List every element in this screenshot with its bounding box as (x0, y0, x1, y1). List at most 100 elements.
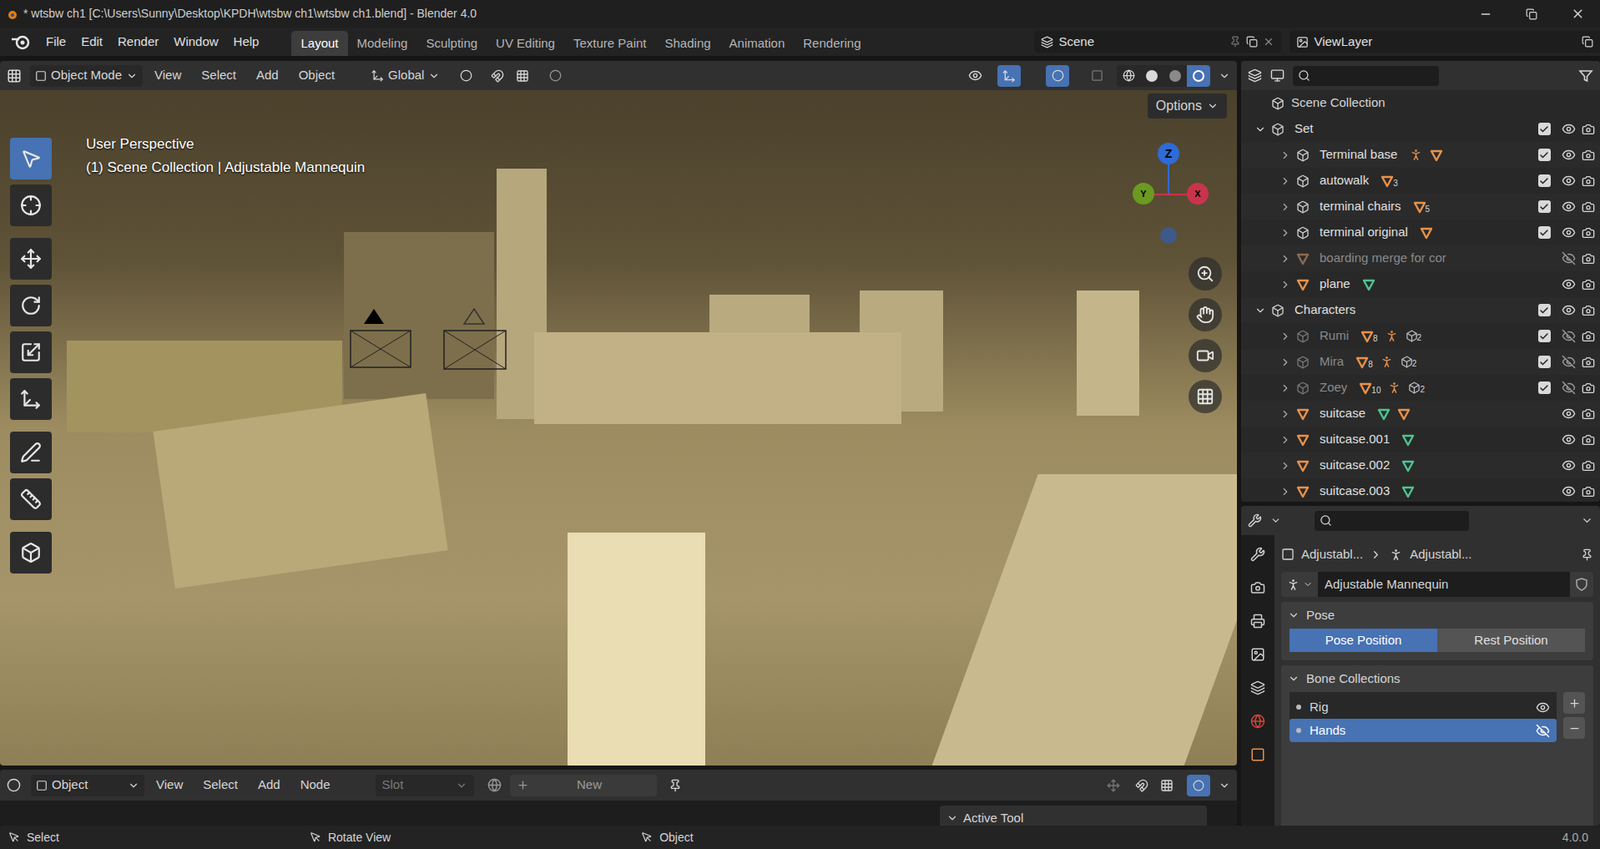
exclude-checkbox[interactable] (1538, 355, 1551, 369)
eye-icon[interactable] (1561, 147, 1576, 162)
axis-ball[interactable]: Y (1132, 182, 1155, 205)
workspace-tab[interactable]: Sculpting (416, 30, 487, 56)
snap-grid-icon[interactable] (1160, 778, 1174, 793)
outliner-row[interactable]: suitcase.002 (1241, 452, 1600, 479)
eye-icon[interactable] (1561, 277, 1576, 292)
eye-icon[interactable] (1561, 484, 1576, 499)
chevron-down-icon[interactable] (1580, 514, 1594, 527)
snap-target-icon[interactable] (515, 69, 530, 83)
outliner-row[interactable]: terminal chairs5 (1241, 193, 1600, 220)
tool-button[interactable] (10, 237, 52, 280)
outliner-label[interactable]: suitcase.001 (1319, 429, 1390, 450)
editor-type-icon[interactable] (1247, 68, 1262, 83)
outliner-label[interactable]: Zoey (1319, 378, 1348, 398)
slot-dropdown[interactable]: Slot (375, 774, 475, 797)
menu-item[interactable]: File (38, 32, 74, 52)
outliner-row[interactable]: autowalk3 (1241, 167, 1600, 194)
exclude-checkbox[interactable] (1538, 148, 1551, 162)
collapsed-icon[interactable] (1279, 227, 1292, 239)
pose-option[interactable]: Rest Position (1437, 628, 1585, 652)
properties-tab[interactable] (1245, 643, 1271, 666)
nav-button[interactable] (1188, 379, 1222, 414)
tool-button[interactable] (10, 284, 52, 327)
tool-button[interactable] (10, 531, 52, 574)
outliner-badge[interactable] (1387, 380, 1402, 395)
outliner-badge[interactable]: 8 (1360, 329, 1378, 344)
outliner-badge[interactable]: 3 (1380, 174, 1399, 188)
eye-closed-icon[interactable] (1561, 354, 1576, 369)
render-visibility-icon[interactable] (1581, 459, 1595, 473)
outliner-row[interactable]: suitcase.003 (1241, 478, 1600, 502)
collapsed-icon[interactable] (1279, 278, 1292, 291)
workspace-tab[interactable]: Texture Paint (564, 30, 657, 56)
outliner-row[interactable]: Scene Collection (1241, 90, 1600, 117)
overlay-toggle[interactable] (1045, 65, 1070, 87)
chevron-down-icon[interactable] (1218, 779, 1231, 792)
gizmo-toggle[interactable] (997, 65, 1021, 87)
outliner-row[interactable]: Mira82 (1241, 348, 1600, 375)
outliner-row[interactable]: plane (1241, 271, 1600, 298)
outliner-badge[interactable] (1429, 148, 1444, 162)
collapsed-icon[interactable] (1279, 175, 1292, 187)
data-name-field[interactable]: Adjustable Mannequin (1281, 571, 1594, 597)
viewport-canvas[interactable]: User Perspective(1) Scene Collection | A… (0, 90, 1237, 766)
outliner-label[interactable]: Rumi (1319, 326, 1349, 346)
chevron-down-icon[interactable] (1218, 70, 1231, 82)
tool-button[interactable] (10, 137, 52, 180)
viewport-menu-item[interactable]: Select (192, 65, 245, 86)
render-visibility-icon[interactable] (1581, 355, 1595, 369)
render-visibility-icon[interactable] (1581, 174, 1595, 188)
parent-icon[interactable] (1106, 778, 1121, 793)
eye-icon[interactable] (1561, 121, 1576, 137)
outliner-row[interactable]: boarding merge for cor (1241, 245, 1600, 272)
outliner-label[interactable]: Characters (1294, 300, 1356, 320)
collapsed-icon[interactable] (1279, 434, 1292, 446)
workspace-tab[interactable]: Rendering (793, 30, 870, 56)
outliner-badge[interactable] (1384, 328, 1399, 344)
render-visibility-icon[interactable] (1581, 329, 1595, 344)
outliner-badge[interactable]: 8 (1355, 355, 1373, 369)
render-visibility-icon[interactable] (1581, 277, 1595, 292)
exclude-checkbox[interactable] (1538, 174, 1551, 187)
options-button[interactable]: Options (1147, 93, 1227, 119)
minimize-icon[interactable] (1478, 7, 1493, 21)
collapsed-icon[interactable] (1279, 149, 1292, 162)
outliner-badge[interactable] (1362, 277, 1376, 292)
visibility-icon[interactable] (968, 68, 983, 83)
outliner-search[interactable] (1292, 65, 1439, 86)
display-mode-icon[interactable] (1270, 68, 1285, 83)
shader-menu-item[interactable]: Select (194, 775, 247, 795)
add-bone-collection[interactable] (1563, 691, 1585, 714)
exclude-checkbox[interactable] (1538, 200, 1551, 213)
render-visibility-icon[interactable] (1581, 226, 1595, 240)
render-visibility-icon[interactable] (1581, 200, 1595, 214)
viewport-menu-item[interactable]: Add (247, 65, 288, 86)
active-tool-panel[interactable]: Active Tool (939, 805, 1207, 826)
pivot-icon[interactable] (459, 69, 473, 82)
snap-icon[interactable] (1135, 778, 1149, 793)
exclude-checkbox[interactable] (1538, 381, 1551, 394)
render-visibility-icon[interactable] (1581, 122, 1595, 137)
xray-icon[interactable] (1090, 69, 1104, 82)
properties-tab[interactable] (1245, 743, 1271, 766)
menu-item[interactable]: Render (110, 32, 167, 52)
remove-bone-collection[interactable] (1563, 716, 1585, 739)
collapsed-icon[interactable] (1279, 459, 1292, 472)
outliner-badge[interactable] (1401, 459, 1415, 473)
fake-user-icon[interactable] (1575, 577, 1588, 591)
shader-menu-item[interactable]: Add (249, 775, 289, 795)
outliner-row[interactable]: Characters (1241, 297, 1600, 324)
collapsed-icon[interactable] (1279, 382, 1292, 394)
menu-item[interactable]: Edit (73, 32, 111, 52)
tool-button[interactable] (10, 184, 52, 227)
exclude-checkbox[interactable] (1538, 226, 1551, 239)
navigation-gizmo[interactable]: ZYX (1118, 135, 1219, 248)
pin-icon[interactable] (1229, 35, 1242, 48)
wireframe-shading[interactable] (1116, 65, 1141, 87)
eye-icon[interactable] (1561, 302, 1576, 318)
bone-collection-item[interactable]: Rig (1289, 695, 1557, 719)
eye-closed-icon[interactable] (1561, 328, 1576, 344)
outliner-label[interactable]: Terminal base (1319, 145, 1398, 165)
material-icon[interactable] (487, 777, 502, 793)
outliner-badge[interactable] (1379, 354, 1394, 369)
